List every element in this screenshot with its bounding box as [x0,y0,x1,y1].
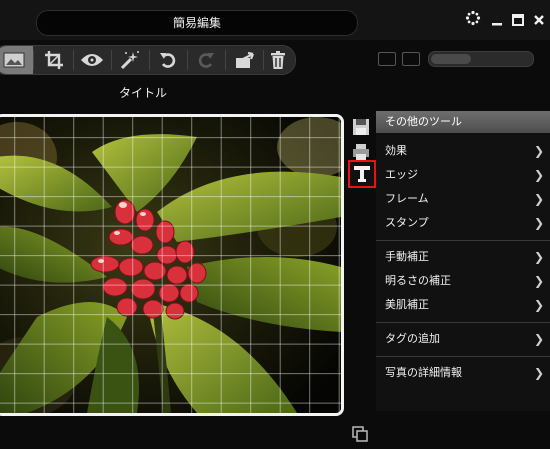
panel-divider [376,356,550,357]
photo-preview[interactable] [0,114,344,416]
actual-size-icon[interactable] [402,52,420,66]
photo-title[interactable]: タイトル [100,84,186,101]
crop-icon[interactable] [35,46,73,74]
minimize-icon[interactable] [486,10,508,32]
export-icon[interactable] [225,46,263,74]
window-title: 簡易編集 [36,10,358,36]
panel-divider [376,240,550,241]
print-icon[interactable] [351,142,371,162]
chevron-right-icon: ❯ [533,366,544,380]
panel-item-effect[interactable]: 効果 ❯ [376,141,550,161]
chevron-right-icon: ❯ [533,216,544,230]
chevron-right-icon: ❯ [533,144,544,158]
more-tools-panel: その他のツール 効果 ❯ エッジ ❯ フレーム ❯ スタンプ ❯ 手動補正 ❯ 明るさの補… [376,111,550,411]
panel-item-label: フレーム [385,192,429,205]
chevron-right-icon: ❯ [533,168,544,182]
panel-header: その他のツール [376,111,550,133]
panel-divider [376,322,550,323]
panel-item-label: スタンプ [385,216,429,229]
auto-fix-icon[interactable] [111,46,149,74]
fit-view-icon[interactable] [378,52,396,66]
edit-toolbar [0,45,296,75]
toolbar-separator [33,50,34,70]
more-tools-icon[interactable] [348,160,376,188]
delete-icon[interactable] [259,46,297,74]
chevron-right-icon: ❯ [533,332,544,346]
zoom-slider-knob[interactable] [431,54,471,64]
window-copy-icon[interactable] [352,426,368,442]
chevron-right-icon: ❯ [533,298,544,312]
panel-item-label: エッジ [385,168,418,181]
save-as-icon[interactable] [351,117,371,137]
settings-icon[interactable] [462,10,484,32]
chevron-right-icon: ❯ [533,274,544,288]
maximize-icon[interactable] [507,10,529,32]
zoom-slider[interactable] [428,51,534,67]
panel-item-edge[interactable]: エッジ ❯ [376,165,550,185]
rotate-left-icon[interactable] [149,46,187,74]
panel-item-manual-correction[interactable]: 手動補正 ❯ [376,247,550,267]
photo-image [0,117,341,413]
panel-item-label: 明るさの補正 [385,274,451,287]
panel-item-label: 写真の詳細情報 [385,366,462,379]
close-icon[interactable] [528,10,550,32]
chevron-right-icon: ❯ [533,250,544,264]
panel-item-label: 美肌補正 [385,298,429,311]
panel-item-skin-correction[interactable]: 美肌補正 ❯ [376,295,550,315]
title-bar: 簡易編集 [0,0,550,40]
panel-item-brightness-correction[interactable]: 明るさの補正 ❯ [376,271,550,291]
red-eye-icon[interactable] [73,46,111,74]
panel-item-label: 手動補正 [385,250,429,263]
image-view-icon[interactable] [0,46,33,74]
panel-item-label: 効果 [385,144,407,157]
panel-item-stamp[interactable]: スタンプ ❯ [376,213,550,233]
panel-item-add-tag[interactable]: タグの追加 ❯ [376,329,550,349]
panel-item-frame[interactable]: フレーム ❯ [376,189,550,209]
panel-item-photo-details[interactable]: 写真の詳細情報 ❯ [376,363,550,383]
rotate-right-icon[interactable] [187,46,225,74]
chevron-right-icon: ❯ [533,192,544,206]
panel-item-label: タグの追加 [385,332,440,345]
